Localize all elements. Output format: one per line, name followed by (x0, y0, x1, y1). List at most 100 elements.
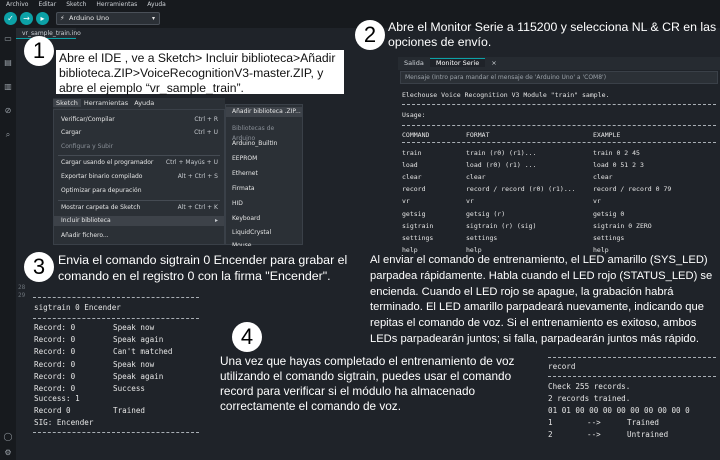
train-log-cell: Can't matched (113, 347, 173, 357)
close-icon[interactable]: × (485, 59, 502, 67)
step-3-text: Envia el comando sigtrain 0 Encender par… (58, 253, 348, 283)
menu-item-configure-upload[interactable]: Configura y Subir (61, 142, 218, 152)
serial-cell: load (r0) (r1) ... (466, 161, 537, 170)
sketch-menu-strip: Sketch Herramientas Ayuda (53, 98, 225, 109)
menu-item-label: Cargar (61, 129, 82, 136)
menu-ayuda[interactable]: Ayuda (147, 1, 166, 8)
menu-item-verify[interactable]: Verificar/Compilar Ctrl + R (61, 115, 218, 125)
serial-cell: load 0 51 2 3 (593, 161, 644, 170)
serial-cell: settings (593, 233, 625, 242)
lib-item[interactable]: Arduino_BuiltIn (232, 139, 298, 149)
divider (33, 297, 199, 298)
train-title: sigtrain 0 Encender (34, 303, 121, 312)
record-bitmap: 01 01 00 00 00 00 00 00 00 00 0 (548, 406, 690, 415)
led-explanation: Al enviar el comando de entrenamiento, e… (370, 254, 713, 345)
step-3-number: 3 (24, 252, 54, 282)
train-log-cell: Record: 0 (34, 371, 76, 381)
menu-item-label: Configura y Subir (61, 143, 114, 150)
train-sig: SIG: Encender (34, 418, 94, 427)
board-manager-icon[interactable]: ▤ (3, 58, 13, 68)
menu-item-export-binary[interactable]: Exportar binario compilado Alt + Ctrl + S (61, 172, 218, 182)
shortcut: Ctrl + R (194, 116, 218, 123)
board-selector[interactable]: ⚡ Arduino Uno ▾ (56, 12, 160, 25)
train-final-status: Trained (113, 406, 146, 415)
menu-ayuda-strip[interactable]: Ayuda (131, 99, 157, 107)
lib-item[interactable]: HID (232, 199, 298, 209)
menu-bar: Archivo Editar Sketch Herramientas Ayuda (0, 0, 720, 9)
step-4-number: 4 (232, 322, 262, 352)
menu-sketch-open[interactable]: Sketch (53, 99, 81, 107)
debug-icon[interactable]: ⊘ (3, 106, 13, 116)
menu-item-optimize-debug[interactable]: Optimizar para depuración (61, 186, 218, 196)
step-2-number: 2 (355, 20, 385, 50)
serial-cell: clear (466, 173, 486, 182)
menu-item-upload-programmer[interactable]: Cargar usando el programador Ctrl + Mayús… (61, 158, 218, 168)
menu-archivo[interactable]: Archivo (6, 1, 28, 8)
col-example: EXAMPLE (593, 131, 621, 139)
divider (548, 376, 716, 377)
lib-item[interactable]: Ethernet (232, 169, 298, 179)
serial-cell: record / record (r0) (r1)... (466, 185, 576, 194)
library-manager-icon[interactable]: ▥ (3, 82, 13, 92)
train-log-cell: Record: 0 (34, 323, 76, 332)
record-list-cell: --> (587, 418, 601, 427)
upload-button[interactable]: → (20, 12, 33, 25)
serial-cell: vr (593, 197, 601, 206)
serial-cell: sigtrain 0 ZERO (593, 221, 652, 230)
menu-item-add-file[interactable]: Añadir fichero... (61, 231, 218, 241)
col-command: COMMAND (402, 131, 430, 139)
lib-section-arduino: Bibliotecas de Arduino (232, 125, 275, 142)
train-log-cell: Record: 0 (34, 347, 76, 357)
menu-herramientas[interactable]: Herramientas (96, 1, 137, 8)
menu-editar[interactable]: Editar (38, 1, 56, 8)
menu-item-upload[interactable]: Cargar Ctrl + U (61, 128, 218, 138)
lib-item-add-zip[interactable]: Añadir biblioteca .ZIP... (226, 107, 302, 117)
serial-cell: sigtrain (402, 221, 434, 230)
sketch-dropdown: Verificar/Compilar Ctrl + R Cargar Ctrl + … (53, 109, 225, 245)
serial-cell: clear (593, 173, 613, 182)
record-trained-count: 2 records trained. (548, 394, 631, 403)
lib-item[interactable]: Keyboard (232, 214, 298, 224)
serial-banner: Elechouse Voice Recognition V3 Module "t… (402, 91, 610, 99)
step-2-text: Abre el Monitor Serie a 115200 y selecci… (388, 20, 717, 49)
library-submenu: Añadir biblioteca .ZIP... Bibliotecas de… (225, 104, 303, 246)
serial-message-input[interactable]: Mensaje (Intro para mandar el mensaje de… (400, 71, 718, 84)
train-log-cell: Record: 0 (34, 359, 76, 369)
search-icon[interactable]: ⌕ (3, 130, 13, 140)
record-title: record (548, 362, 576, 371)
left-sidebar: ▭ ▤ ▥ ⊘ ⌕ ◯ ⚙ (0, 28, 16, 460)
serial-cell: clear (402, 173, 422, 182)
menu-item-label: Optimizar para depuración (61, 187, 142, 194)
record-check: Check 255 records. (548, 382, 631, 391)
menu-item-show-folder[interactable]: Mostrar carpeta de Sketch Alt + Ctrl + K (61, 203, 218, 213)
menu-item-include-library[interactable]: Incluir biblioteca ▸ (54, 216, 224, 226)
lib-item[interactable]: EEPROM (232, 154, 298, 164)
folder-icon[interactable]: ▭ (3, 34, 13, 44)
record-list-cell: Trained (627, 418, 660, 427)
lib-item[interactable]: Mouse (232, 241, 298, 246)
tab-output[interactable]: Salida (398, 59, 430, 67)
verify-button[interactable]: ✓ (4, 12, 17, 25)
gear-icon[interactable]: ⚙ (3, 448, 13, 458)
divider (548, 357, 716, 358)
step-4-text: Una vez que hayas completado el entrenam… (220, 354, 515, 413)
record-list-cell: 2 (548, 430, 553, 439)
col-format: FORMAT (466, 131, 490, 139)
account-icon[interactable]: ◯ (3, 432, 13, 442)
lib-item[interactable]: LiquidCrystal (232, 228, 298, 238)
train-log-cell: Success (113, 384, 146, 393)
shortcut: Ctrl + Mayús + U (165, 159, 218, 166)
tab-serial-monitor[interactable]: Monitor Serie (429, 58, 486, 67)
arrow-right-icon: → (23, 14, 30, 23)
divider (402, 104, 716, 105)
serial-cell: getsig 0 (593, 209, 625, 218)
menu-item-label: Incluir biblioteca (61, 217, 111, 224)
lib-item[interactable]: Firmata (232, 184, 298, 194)
menu-sketch[interactable]: Sketch (66, 1, 86, 8)
menu-herramientas-strip[interactable]: Herramientas (81, 99, 131, 107)
train-log-cell: Record: 0 (34, 335, 76, 345)
serial-cell: load (402, 161, 418, 170)
debug-icon: ▸ (40, 14, 45, 23)
debug-button[interactable]: ▸ (36, 12, 49, 25)
chevron-right-icon: ▸ (214, 217, 218, 224)
